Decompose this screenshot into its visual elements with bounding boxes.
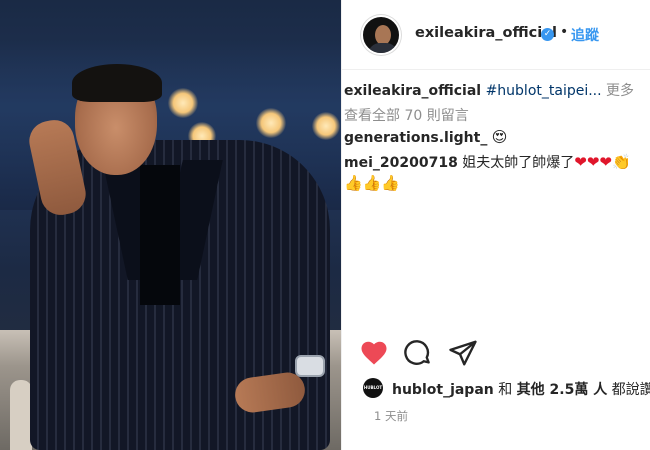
comment-icon[interactable] xyxy=(403,338,433,368)
separator-dot: • xyxy=(560,24,569,40)
comment-username[interactable]: generations.light_ xyxy=(344,130,487,146)
comment-username[interactable]: mei_20200718 xyxy=(344,155,458,171)
verified-badge-icon: ✓ xyxy=(541,28,554,41)
shirt xyxy=(140,165,180,305)
author-avatar[interactable] xyxy=(361,15,401,55)
post-side-panel: exileakira_official ✓ • 追蹤 exileakira_of… xyxy=(341,0,650,450)
thumbs-up-emoji: 👍 xyxy=(381,174,401,192)
comment-item: generations.light_ 😍 xyxy=(344,128,507,146)
thumbs-up-emoji: 👍 xyxy=(362,174,382,192)
likes-count-link[interactable]: 其他 2.5萬 人 xyxy=(517,382,608,398)
wrist-watch xyxy=(295,355,325,377)
bokeh-light xyxy=(256,108,286,138)
heart-emoji: ❤ xyxy=(599,153,612,171)
caption: exileakira_official #hublot_taipei... 更多 xyxy=(344,80,634,100)
caption-username[interactable]: exileakira_official xyxy=(344,83,481,99)
liker-avatar[interactable]: HUBLOT xyxy=(363,378,383,398)
thumbs-up-emoji: 👍 xyxy=(344,174,363,192)
comments-section: exileakira_official #hublot_taipei... 更多… xyxy=(342,78,650,328)
bokeh-light xyxy=(312,112,340,140)
heart-emoji: ❤ xyxy=(574,153,587,171)
heart-eyes-emoji: 😍 xyxy=(491,128,508,146)
comment-item: mei_20200718 姐夫太帥了帥爆了❤❤❤👏 xyxy=(344,152,631,172)
heart-emoji: ❤ xyxy=(586,153,600,171)
post-timestamp[interactable]: 1 天前 xyxy=(374,408,408,424)
liked-by-text: hublot_japan 和 其他 2.5萬 人 都說讚 xyxy=(392,382,650,398)
comment-text: 姐夫太帥了帥爆了 xyxy=(462,155,575,171)
author-username[interactable]: exileakira_official xyxy=(415,25,557,41)
post-header: exileakira_official ✓ • 追蹤 xyxy=(342,0,650,70)
bokeh-light xyxy=(168,88,198,118)
follow-button[interactable]: 追蹤 xyxy=(571,25,599,45)
clapping-emoji: 👏 xyxy=(612,153,631,171)
view-all-comments-link[interactable]: 查看全部 70 則留言 xyxy=(344,105,469,125)
post-photo[interactable] xyxy=(0,0,341,450)
comment-continuation: 👍👍👍 xyxy=(344,174,400,192)
more-link[interactable]: 更多 xyxy=(606,83,634,99)
hair xyxy=(72,64,162,102)
action-bar xyxy=(342,335,650,375)
heart-icon[interactable] xyxy=(359,338,389,368)
liker-username[interactable]: hublot_japan xyxy=(392,382,494,398)
liked-by-row: HUBLOT hublot_japan 和 其他 2.5萬 人 都說讚 xyxy=(342,375,650,401)
caption-hashtag[interactable]: #hublot_taipei... xyxy=(486,83,602,99)
share-icon[interactable] xyxy=(448,338,478,368)
